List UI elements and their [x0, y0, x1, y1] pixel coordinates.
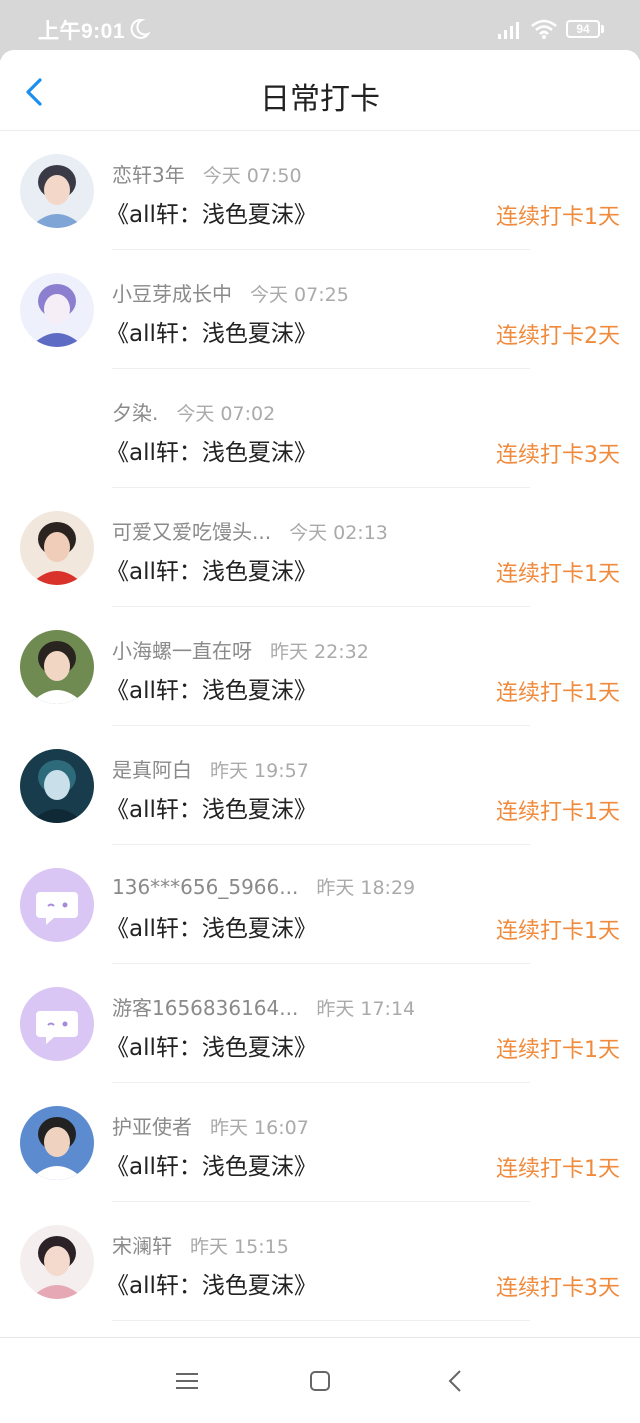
checkin-row[interactable]: 小豆芽成长中 今天 07:25 《all轩：浅色夏沫》 连续打卡2天 [0, 250, 640, 369]
system-nav-bar [0, 1337, 640, 1423]
book-title: 《all轩：浅色夏沫》 [106, 202, 317, 228]
checkin-row[interactable]: 游客1656836164... 昨天 17:14 《all轩：浅色夏沫》 连续打卡1天 [0, 964, 640, 1083]
user-name-text: 小豆芽成长中 [112, 282, 232, 306]
user-name-text: 护亚使者 [112, 1115, 192, 1139]
checkin-row[interactable]: 护亚使者 昨天 16:07 《all轩：浅色夏沫》 连续打卡1天 [0, 1083, 640, 1202]
book-title: 《all轩：浅色夏沫》 [106, 678, 317, 704]
page-title: 日常打卡 [260, 82, 380, 117]
checkin-row[interactable]: 是真阿白 昨天 19:57 《all轩：浅色夏沫》 连续打卡1天 [0, 726, 640, 845]
user-name-text: 夕染. [112, 401, 159, 425]
user-name-text: 136***656_5966... [112, 875, 299, 899]
checkin-row[interactable]: 小海螺一直在呀 昨天 22:32 《all轩：浅色夏沫》 连续打卡1天 [0, 607, 640, 726]
checkin-row[interactable]: 恋轩3年 今天 07:50 《all轩：浅色夏沫》 连续打卡1天 [0, 131, 640, 250]
battery-indicator: 94 [566, 20, 604, 38]
user-name: 136***656_5966... 昨天 18:29 [112, 873, 415, 900]
user-name: 宋澜轩 昨天 15:15 [112, 1230, 289, 1259]
user-name: 夕染. 今天 07:02 [112, 397, 275, 426]
streak-label: 连续打卡1天 [496, 919, 620, 944]
wifi-icon [531, 19, 557, 39]
book-title: 《all轩：浅色夏沫》 [106, 1035, 317, 1061]
checkin-row[interactable]: 夕染. 今天 07:02 《all轩：浅色夏沫》 连续打卡3天 [0, 369, 640, 488]
user-name-text: 游客1656836164... [112, 996, 299, 1020]
book-title: 《all轩：浅色夏沫》 [106, 1273, 317, 1299]
book-title: 《all轩：浅色夏沫》 [106, 1154, 317, 1180]
avatar[interactable] [20, 511, 94, 585]
moon-icon [130, 18, 150, 39]
checkin-time: 今天 07:02 [176, 403, 276, 425]
home-icon[interactable] [310, 1371, 330, 1391]
streak-label: 连续打卡1天 [496, 1038, 620, 1063]
user-name: 可爱又爱吃馒头... 今天 02:13 [112, 516, 388, 545]
checkin-time: 昨天 22:32 [270, 641, 369, 663]
streak-label: 连续打卡3天 [496, 1276, 620, 1301]
header-bar: 日常打卡 [0, 50, 640, 131]
user-name: 小海螺一直在呀 昨天 22:32 [112, 635, 369, 664]
streak-label: 连续打卡1天 [496, 1157, 620, 1182]
avatar[interactable] [20, 392, 94, 466]
user-name-text: 可爱又爱吃馒头... [112, 520, 272, 544]
avatar[interactable] [20, 868, 94, 942]
user-name: 是真阿白 昨天 19:57 [112, 754, 309, 783]
checkin-time: 今天 07:25 [250, 284, 349, 306]
menu-icon[interactable] [176, 1372, 198, 1390]
checkin-row[interactable]: 宋澜轩 昨天 15:15 《all轩：浅色夏沫》 连续打卡3天 [0, 1202, 640, 1321]
battery-level: 94 [576, 22, 590, 36]
user-name-text: 是真阿白 [112, 758, 192, 782]
nav-back-icon[interactable] [447, 1369, 463, 1393]
book-title: 《all轩：浅色夏沫》 [106, 321, 317, 347]
checkin-time: 昨天 15:15 [190, 1236, 289, 1258]
user-name: 小豆芽成长中 今天 07:25 [112, 278, 349, 307]
checkin-row[interactable]: 可爱又爱吃馒头... 今天 02:13 《all轩：浅色夏沫》 连续打卡1天 [0, 488, 640, 607]
book-title: 《all轩：浅色夏沫》 [106, 440, 317, 466]
checkin-list: 恋轩3年 今天 07:50 《all轩：浅色夏沫》 连续打卡1天 小豆芽成长中 今天 07… [0, 131, 640, 1321]
checkin-row[interactable]: 136***656_5966... 昨天 18:29 《all轩：浅色夏沫》 连续打卡… [0, 845, 640, 964]
avatar[interactable] [20, 630, 94, 704]
checkin-time: 今天 07:50 [202, 165, 302, 187]
avatar[interactable] [20, 987, 94, 1061]
status-time: 上午9:01 [38, 20, 126, 43]
streak-label: 连续打卡1天 [496, 562, 620, 587]
checkin-time: 昨天 17:14 [316, 998, 416, 1020]
streak-label: 连续打卡1天 [496, 205, 620, 230]
streak-label: 连续打卡2天 [496, 324, 620, 349]
checkin-time: 昨天 19:57 [210, 760, 309, 782]
checkin-time: 昨天 18:29 [316, 877, 416, 899]
user-name-text: 宋澜轩 [112, 1234, 172, 1258]
avatar[interactable] [20, 273, 94, 347]
user-name: 游客1656836164... 昨天 17:14 [112, 992, 415, 1021]
divider [112, 1320, 530, 1321]
user-name: 护亚使者 昨天 16:07 [112, 1111, 309, 1140]
book-title: 《all轩：浅色夏沫》 [106, 916, 317, 942]
avatar[interactable] [20, 749, 94, 823]
streak-label: 连续打卡1天 [496, 800, 620, 825]
signal-icon [498, 22, 519, 39]
streak-label: 连续打卡1天 [496, 681, 620, 706]
avatar[interactable] [20, 1106, 94, 1180]
user-name-text: 恋轩3年 [112, 163, 185, 187]
avatar[interactable] [20, 1225, 94, 1299]
checkin-time: 今天 02:13 [289, 522, 388, 544]
book-title: 《all轩：浅色夏沫》 [106, 559, 317, 585]
user-name-text: 小海螺一直在呀 [112, 639, 252, 663]
checkin-time: 昨天 16:07 [210, 1117, 309, 1139]
streak-label: 连续打卡3天 [496, 443, 620, 468]
book-title: 《all轩：浅色夏沫》 [106, 797, 317, 823]
avatar[interactable] [20, 154, 94, 228]
user-name: 恋轩3年 今天 07:50 [112, 159, 302, 188]
